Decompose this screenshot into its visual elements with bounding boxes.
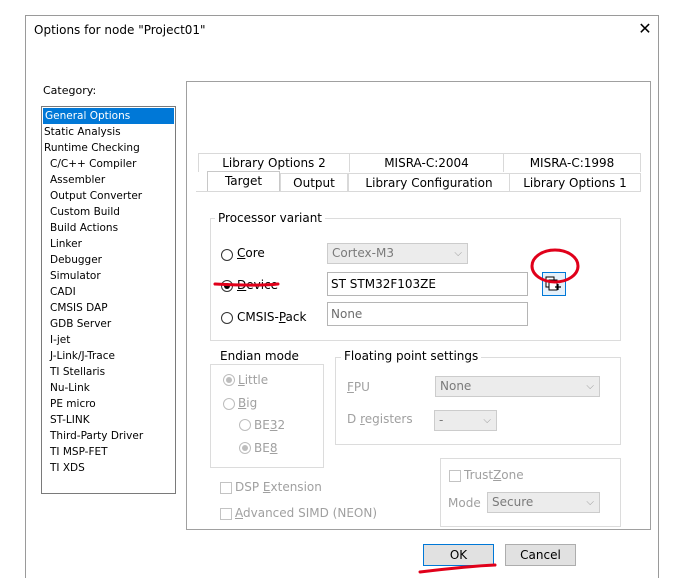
endian-mode-title: Endian mode [217, 349, 302, 363]
options-dialog: Options for node "Project01" ✕ Category:… [25, 15, 659, 578]
tab-divider [196, 191, 641, 192]
fpu-select[interactable]: None ⌵ [435, 376, 600, 397]
be8-label: BE8 [254, 441, 278, 455]
be32-label: BE32 [254, 418, 286, 432]
cancel-button[interactable]: Cancel [505, 544, 576, 566]
category-item[interactable]: Linker [50, 236, 82, 252]
category-item[interactable]: TI Stellaris [50, 364, 105, 380]
dialog-title: Options for node "Project01" [34, 23, 206, 37]
category-item[interactable]: Custom Build [50, 204, 120, 220]
be8-radio[interactable] [239, 442, 251, 454]
tab-target[interactable]: Target [207, 171, 280, 192]
tab-misra-1998[interactable]: MISRA-C:1998 [503, 153, 641, 172]
tab-library-options-1[interactable]: Library Options 1 [509, 173, 641, 192]
dsp-extension-label: DSP Extension [235, 480, 322, 494]
cmsis-pack-label: CMSIS-Pack [237, 310, 307, 324]
category-item[interactable]: J-Link/J-Trace [50, 348, 115, 364]
device-field[interactable]: ST STM32F103ZE [327, 272, 528, 296]
device-select-button[interactable] [542, 272, 566, 296]
core-select[interactable]: Cortex-M3 ⌵ [327, 243, 468, 264]
category-item[interactable]: GDB Server [50, 316, 111, 332]
fpu-label: FPU [347, 380, 370, 394]
big-radio[interactable] [223, 398, 235, 410]
category-item[interactable]: C/C++ Compiler [50, 156, 136, 172]
big-label: Big [238, 396, 258, 410]
category-item[interactable]: Simulator [50, 268, 101, 284]
category-list[interactable]: General Options Static Analysis Runtime Ch… [41, 106, 176, 494]
mode-label: Mode [448, 496, 481, 510]
category-label: Category: [43, 84, 97, 97]
advanced-simd-checkbox[interactable] [220, 508, 232, 520]
d-registers-select[interactable]: - ⌵ [434, 410, 497, 431]
device-label: Device [237, 278, 279, 292]
ok-button[interactable]: OK [423, 544, 494, 566]
cmsis-pack-radio[interactable] [221, 312, 233, 324]
category-item[interactable]: CMSIS DAP [50, 300, 108, 316]
trustzone-checkbox[interactable] [449, 470, 461, 482]
little-radio[interactable] [223, 374, 235, 386]
trustzone-label: TrustZone [464, 468, 524, 482]
options-panel: Library Options 2 MISRA-C:2004 MISRA-C:1… [186, 81, 651, 530]
core-label: Core [237, 246, 265, 260]
category-item[interactable]: Output Converter [50, 188, 142, 204]
category-item[interactable]: Static Analysis [44, 124, 121, 140]
category-item[interactable]: General Options [43, 108, 174, 124]
tab-library-options-2[interactable]: Library Options 2 [198, 153, 350, 172]
category-item[interactable]: TI MSP-FET [50, 444, 108, 460]
category-item[interactable]: Third-Party Driver [50, 428, 143, 444]
little-label: Little [238, 373, 269, 387]
be32-radio[interactable] [239, 419, 251, 431]
processor-variant-title: Processor variant [215, 211, 325, 225]
close-icon[interactable]: ✕ [636, 20, 654, 38]
floating-point-group [335, 357, 621, 445]
tab-output[interactable]: Output [280, 173, 348, 192]
category-item[interactable]: I-jet [50, 332, 70, 348]
tab-misra-2004[interactable]: MISRA-C:2004 [349, 153, 504, 172]
category-item[interactable]: CADI [50, 284, 76, 300]
advanced-simd-label: Advanced SIMD (NEON) [235, 506, 377, 520]
core-radio[interactable] [221, 249, 233, 261]
device-radio[interactable] [221, 280, 233, 292]
cmsis-pack-field[interactable]: None [327, 302, 528, 326]
category-item[interactable]: Build Actions [50, 220, 118, 236]
device-picker-icon [545, 276, 561, 291]
category-item[interactable]: ST-LINK [50, 412, 90, 428]
floating-point-title: Floating point settings [341, 349, 482, 363]
dsp-extension-checkbox[interactable] [220, 482, 232, 494]
category-item[interactable]: TI XDS [50, 460, 85, 476]
category-item[interactable]: PE micro [50, 396, 96, 412]
d-registers-label: D registers [347, 412, 413, 426]
trustzone-mode-select[interactable]: Secure ⌵ [487, 492, 600, 513]
tab-library-configuration[interactable]: Library Configuration [348, 173, 510, 192]
category-item[interactable]: Assembler [50, 172, 105, 188]
category-item[interactable]: Runtime Checking [44, 140, 140, 156]
category-item[interactable]: Nu-Link [50, 380, 90, 396]
category-item[interactable]: Debugger [50, 252, 102, 268]
